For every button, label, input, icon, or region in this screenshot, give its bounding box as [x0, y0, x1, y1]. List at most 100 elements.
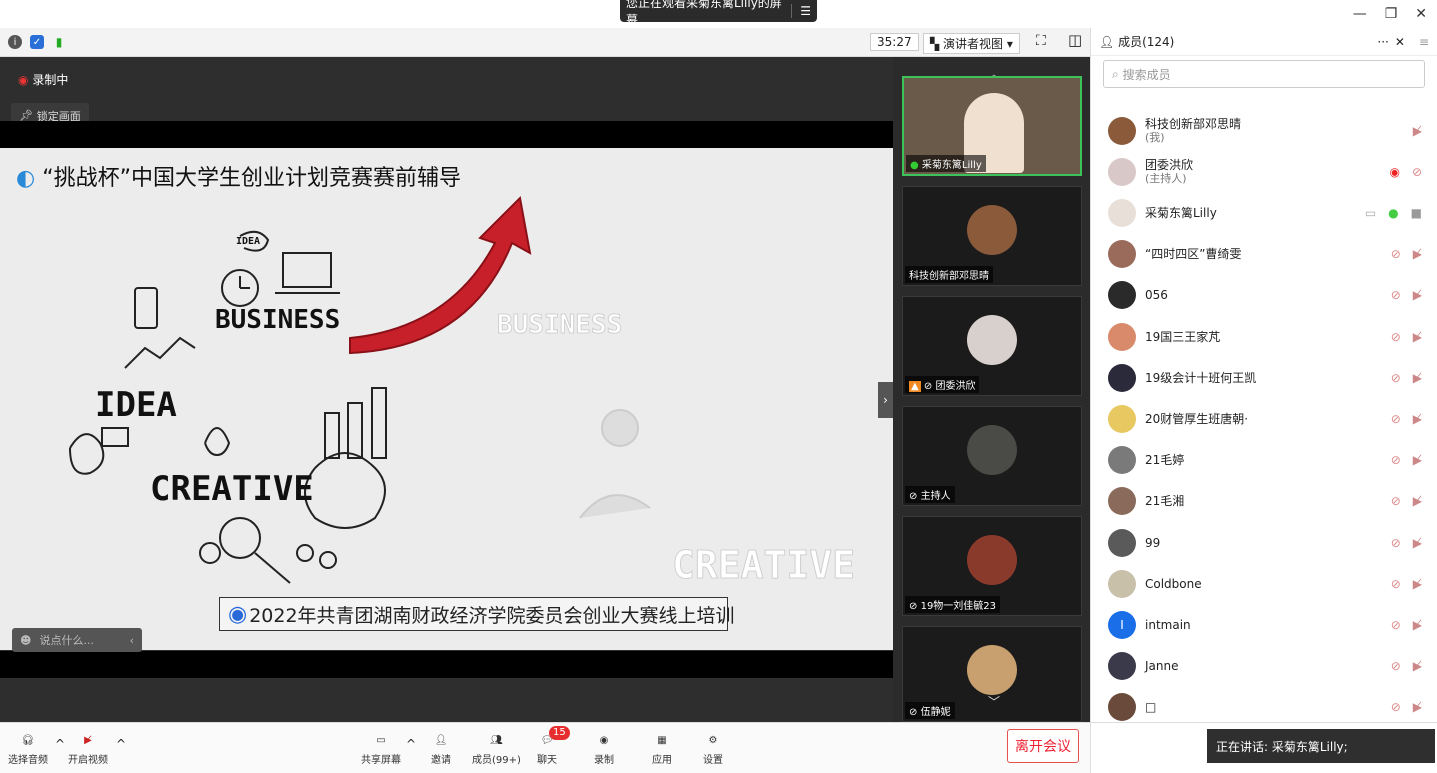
- member-row[interactable]: 056 ⊘ ▶̸: [1091, 275, 1437, 316]
- camera-off-icon[interactable]: ▶̸: [1413, 453, 1422, 467]
- close-icon[interactable]: ✕: [1415, 6, 1427, 22]
- menu-icon[interactable]: ☰: [791, 4, 811, 18]
- mic-off-icon[interactable]: ⊘: [1391, 453, 1401, 467]
- chat-quick-input[interactable]: ☻ 说点什么... ‹: [12, 628, 142, 652]
- emoji-icon[interactable]: ☻: [20, 634, 31, 647]
- audio-options-icon[interactable]: ^: [55, 737, 65, 751]
- leave-meeting-button[interactable]: 离开会议: [1007, 729, 1079, 763]
- slide-footer-text: 2022年共青团湖南财政经济学院委员会创业大赛线上培训: [249, 604, 735, 627]
- info-icon[interactable]: i: [8, 35, 22, 49]
- close-panel-icon[interactable]: ✕: [1395, 35, 1405, 49]
- member-row[interactable]: 19国三王家芃 ⊘ ▶̸: [1091, 316, 1437, 357]
- apps-button[interactable]: ▦ 应用: [652, 729, 672, 767]
- camera-off-icon[interactable]: ▶̸: [1413, 412, 1422, 426]
- mic-off-icon[interactable]: ⊘: [1391, 618, 1401, 632]
- camera-off-icon[interactable]: ▶̸: [1413, 700, 1422, 714]
- mic-off-icon[interactable]: ⊘: [1412, 165, 1422, 179]
- share-screen-icon[interactable]: ▭: [1365, 206, 1376, 220]
- collapse-video-panel-button[interactable]: ›: [878, 382, 893, 418]
- mic-off-icon[interactable]: ⊘: [1391, 330, 1401, 344]
- mic-off-icon[interactable]: ⊘: [1391, 494, 1401, 508]
- camera-off-icon[interactable]: ▶̸: [1413, 494, 1422, 508]
- avatar: [1108, 569, 1136, 598]
- shield-icon[interactable]: ✓: [30, 35, 44, 49]
- video-tile-active[interactable]: ● 采菊东篱Lilly: [902, 76, 1082, 176]
- member-row[interactable]: 20财管厚生班唐朝· ⊘ ▶̸: [1091, 398, 1437, 439]
- tile-5-name: 伍静妮: [920, 707, 951, 718]
- video-tile-name: ⊘ 伍静妮: [905, 702, 955, 719]
- member-name-text: 056: [1145, 288, 1168, 303]
- camera-off-icon[interactable]: ▶̸: [1413, 618, 1422, 632]
- camera-off-icon[interactable]: ▶̸: [1413, 330, 1422, 344]
- audio-button[interactable]: 🎧︎ 选择音频: [8, 729, 48, 767]
- view-selector[interactable]: ▚ 演讲者视图 ▾: [923, 33, 1020, 54]
- mic-off-icon[interactable]: ⊘: [1391, 247, 1401, 261]
- mic-off-icon[interactable]: ⊘: [1391, 412, 1401, 426]
- video-options-icon[interactable]: ^: [116, 737, 126, 751]
- video-tile[interactable]: ▲ ⊘ 团委洪欣: [902, 296, 1082, 396]
- member-row[interactable]: 19级会计十班何王凯 ⊘ ▶̸: [1091, 357, 1437, 398]
- member-row[interactable]: 科技创新部邓思晴 (我) ▶̸: [1091, 110, 1437, 151]
- member-row[interactable]: Iintmain ⊘ ▶̸: [1091, 604, 1437, 645]
- member-name-text: 21毛湘: [1145, 494, 1185, 509]
- invite-button[interactable]: 👤︎ 邀请: [431, 729, 451, 767]
- mic-off-icon[interactable]: ⊘: [1391, 371, 1401, 385]
- camera-off-icon[interactable]: ▶̸: [1413, 247, 1422, 261]
- panel-menu-icon[interactable]: ≡: [1419, 35, 1429, 49]
- settings-button[interactable]: ⚙ 设置: [703, 729, 723, 767]
- member-row[interactable]: 采菊东篱Lilly ▭ ● ■: [1091, 192, 1437, 233]
- tile-0-name: 采菊东篱Lilly: [921, 160, 982, 171]
- video-tile[interactable]: ⊘ 主持人: [902, 406, 1082, 506]
- member-name-text: 科技创新部邓思晴: [1145, 116, 1242, 131]
- member-row[interactable]: “四时四区”曹绮雯 ⊘ ▶̸: [1091, 234, 1437, 275]
- video-tile[interactable]: 科技创新部邓思晴: [902, 186, 1082, 286]
- member-status-icons: ⊘ ▶̸: [1391, 618, 1422, 632]
- mic-off-icon[interactable]: ⊘: [1391, 288, 1401, 302]
- member-row[interactable]: Coldbone ⊘ ▶̸: [1091, 563, 1437, 604]
- mic-off-icon[interactable]: ⊘: [1391, 536, 1401, 550]
- signal-icon[interactable]: ▮: [52, 35, 66, 49]
- camera-icon[interactable]: ■: [1411, 206, 1422, 220]
- camera-off-icon[interactable]: ▶̸: [1413, 371, 1422, 385]
- member-row[interactable]: Janne ⊘ ▶̸: [1091, 646, 1437, 687]
- layout-icon[interactable]: ◫: [1068, 31, 1082, 49]
- avatar: [1108, 281, 1136, 310]
- camera-off-icon[interactable]: ▶̸: [1413, 659, 1422, 673]
- mic-off-icon[interactable]: ⊘: [1391, 577, 1401, 591]
- video-button[interactable]: ▶̸ 开启视频: [68, 729, 108, 767]
- member-row[interactable]: 21毛婷 ⊘ ▶̸: [1091, 440, 1437, 481]
- mic-on-icon[interactable]: ●: [1388, 206, 1398, 220]
- mic-off-icon[interactable]: ⊘: [1391, 659, 1401, 673]
- camera-off-icon[interactable]: ▶̸: [1413, 536, 1422, 550]
- audio-label: 选择音频: [8, 755, 48, 766]
- restore-icon[interactable]: ❐: [1385, 6, 1398, 22]
- member-status-icons: ⊘ ▶̸: [1391, 536, 1422, 550]
- speaking-now-indicator: 正在讲话: 采菊东篱Lilly;: [1207, 729, 1435, 763]
- member-row[interactable]: 团委洪欣 (主持人) ◉ ⊘: [1091, 151, 1437, 192]
- fullscreen-icon[interactable]: ⛶: [1036, 33, 1046, 49]
- doodle-idea-small: IDEA: [236, 236, 260, 247]
- camera-off-icon[interactable]: ▶̸: [1413, 577, 1422, 591]
- camera-off-icon[interactable]: ▶̸: [1413, 288, 1422, 302]
- members-button[interactable]: 👥︎ 成员(99+): [472, 729, 521, 767]
- member-name-text: intmain: [1145, 617, 1191, 632]
- share-options-icon[interactable]: ^: [406, 737, 416, 751]
- search-member-input[interactable]: ⌕ 搜索成员: [1103, 60, 1425, 88]
- minimize-icon[interactable]: —: [1353, 6, 1367, 22]
- more-icon[interactable]: ···: [1377, 35, 1388, 49]
- member-panel: 👤︎ 成员(124) ··· ✕ ≡ ⌕ 搜索成员 科技创新部邓思晴 (我) ▶̸ 团…: [1090, 28, 1437, 723]
- video-tiles-column: ︿ ● 采菊东篱Lilly 科技创新部邓思晴 ▲ ⊘ 团委洪欣 ⊘ 主持人 ⊘ …: [893, 57, 1090, 722]
- member-status-icons: ▶̸: [1413, 124, 1422, 138]
- share-screen-button[interactable]: ▭ 共享屏幕: [361, 729, 401, 767]
- recording-icon[interactable]: ◉: [1389, 165, 1399, 179]
- mic-off-icon[interactable]: ⊘: [1391, 700, 1401, 714]
- collapse-chat-icon[interactable]: ‹: [130, 634, 134, 647]
- video-tile[interactable]: ⊘ 19物一刘佳毓23: [902, 516, 1082, 616]
- member-row[interactable]: 99 ⊘ ▶̸: [1091, 522, 1437, 563]
- record-button[interactable]: ◉ 录制: [594, 729, 614, 767]
- view-selector-label: 演讲者视图: [943, 37, 1004, 51]
- member-name: 99: [1145, 536, 1160, 550]
- scroll-down-icon[interactable]: ﹀: [988, 693, 1000, 710]
- camera-off-icon[interactable]: ▶̸: [1413, 124, 1422, 138]
- member-row[interactable]: 21毛湘 ⊘ ▶̸: [1091, 481, 1437, 522]
